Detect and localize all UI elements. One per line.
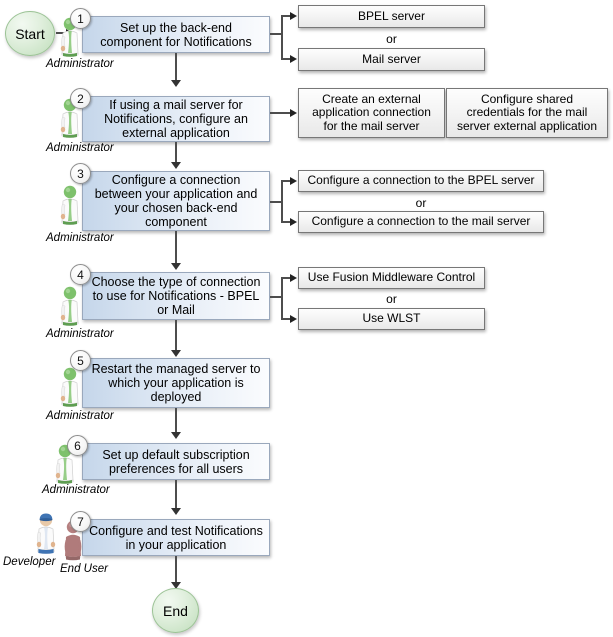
step-box-5: Restart the managed server to which your… bbox=[82, 358, 270, 408]
connector-step2-to-step3 bbox=[175, 142, 177, 163]
connector-step6-to-step7 bbox=[175, 480, 177, 509]
or-label-3: or bbox=[415, 196, 427, 210]
arrow-step2-to-details bbox=[290, 108, 297, 117]
connector-step5-to-step6 bbox=[175, 408, 177, 433]
arrow-step1-to-step2 bbox=[171, 80, 181, 87]
arrow-step4-to-detail1 bbox=[290, 273, 297, 282]
step-box-4: Choose the type of connection to use for… bbox=[82, 272, 270, 320]
start-terminator: Start bbox=[5, 11, 55, 56]
connector-step3-to-step4 bbox=[175, 231, 177, 264]
role-caption-3: Administrator bbox=[46, 232, 114, 244]
start-label: Start bbox=[15, 25, 45, 42]
developer-icon bbox=[32, 511, 60, 560]
step-box-2: If using a mail server for Notifications… bbox=[82, 96, 270, 142]
connector-step7-to-end bbox=[175, 556, 177, 583]
arrow-step1-to-detail2 bbox=[290, 54, 297, 63]
arrow-step3-to-detail2 bbox=[290, 217, 297, 226]
detail-box-2-1: Create an external application connectio… bbox=[298, 88, 445, 138]
detail-box-2-2: Configure shared credentials for the mai… bbox=[446, 88, 608, 138]
step-number-5: 5 bbox=[70, 350, 91, 371]
administrator-icon-3 bbox=[57, 184, 83, 231]
end-label: End bbox=[163, 602, 188, 619]
detail-box-3-2: Configure a connection to the mail serve… bbox=[298, 211, 544, 233]
arrow-step3-to-step4 bbox=[171, 263, 181, 270]
arrow-step4-to-step5 bbox=[171, 350, 181, 357]
connector-step1-to-step2 bbox=[175, 53, 177, 81]
step-number-4: 4 bbox=[70, 264, 91, 285]
step-box-3: Configure a connection between your appl… bbox=[82, 171, 270, 231]
detail-box-4-2: Use WLST bbox=[298, 308, 485, 330]
or-label-4: or bbox=[386, 292, 397, 306]
step-number-7: 7 bbox=[70, 511, 91, 532]
step-number-6: 6 bbox=[67, 435, 88, 456]
flowchart-diagram: Start 1 Set up the back-end component fo… bbox=[0, 0, 613, 637]
connector-step4-to-step5 bbox=[175, 320, 177, 351]
detail-box-1-2: Mail server bbox=[298, 48, 485, 71]
step-box-6: Set up default subscription preferences … bbox=[82, 443, 270, 480]
connector-step4-branch-spine bbox=[281, 277, 283, 319]
connector-step3-branch-spine bbox=[281, 180, 283, 223]
arrow-step3-to-detail1 bbox=[290, 176, 297, 185]
connector-step1-branch-spine bbox=[281, 15, 283, 60]
arrow-step5-to-step6 bbox=[171, 432, 181, 439]
or-label-1: or bbox=[386, 32, 397, 46]
administrator-icon-5 bbox=[57, 366, 83, 413]
arrow-step1-to-detail1 bbox=[290, 11, 297, 20]
step-box-1: Set up the back-end component for Notifi… bbox=[82, 16, 270, 53]
detail-box-3-1: Configure a connection to the BPEL serve… bbox=[298, 170, 544, 192]
step-number-1: 1 bbox=[70, 8, 91, 29]
arrow-step2-to-step3 bbox=[171, 162, 181, 169]
detail-box-1-1: BPEL server bbox=[298, 5, 485, 28]
arrow-step6-to-step7 bbox=[171, 508, 181, 515]
end-terminator: End bbox=[152, 588, 199, 633]
step-number-3: 3 bbox=[70, 163, 91, 184]
arrow-step4-to-detail2 bbox=[290, 314, 297, 323]
administrator-icon-4 bbox=[57, 285, 83, 332]
step-number-2: 2 bbox=[70, 88, 91, 109]
step-box-7: Configure and test Notifications in your… bbox=[82, 519, 270, 556]
connector-step2-to-details bbox=[270, 112, 291, 114]
detail-box-4-1: Use Fusion Middleware Control bbox=[298, 267, 485, 289]
